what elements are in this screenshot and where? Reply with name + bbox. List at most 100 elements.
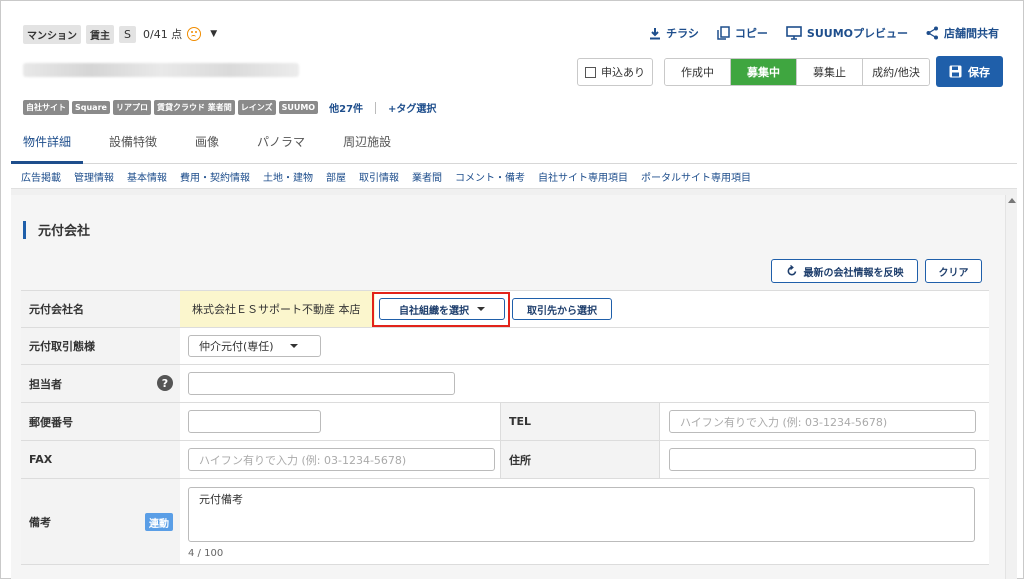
main-tabs: 物件詳細 設備特徴 画像 パノラマ 周辺施設 bbox=[11, 127, 1017, 164]
tag-item: SUUMO bbox=[278, 101, 319, 114]
person-in-charge-input[interactable] bbox=[188, 372, 455, 395]
fax-input[interactable]: ハイフン有りで入力 (例: 03-1234-5678) bbox=[188, 448, 495, 471]
tab-images[interactable]: 画像 bbox=[183, 127, 231, 164]
tag-item: レインズ bbox=[237, 100, 276, 115]
chevron-down-icon[interactable]: ▼ bbox=[210, 29, 217, 39]
tab-equipment[interactable]: 設備特徴 bbox=[97, 127, 169, 164]
fax-address-cell: ハイフン有りで入力 (例: 03-1234-5678) 住所 bbox=[180, 441, 989, 478]
clear-button[interactable]: クリア bbox=[925, 259, 982, 283]
notes-label: 備考 連動 bbox=[21, 479, 180, 564]
postal-tel-cell: TEL ハイフン有りで入力 (例: 03-1234-5678) bbox=[180, 403, 989, 440]
store-share-label: 店舗間共有 bbox=[944, 27, 999, 40]
property-type-pill: マンション bbox=[23, 24, 81, 44]
suumo-preview-link[interactable]: SUUMOプレビュー bbox=[786, 25, 908, 41]
refresh-icon bbox=[787, 265, 796, 276]
notes-row: 備考 連動 元付備考 4 / 100 bbox=[21, 479, 989, 565]
status-contracted-button[interactable]: 成約/他決 bbox=[863, 59, 929, 85]
tag-item: Square bbox=[72, 101, 110, 114]
address-label: 住所 bbox=[500, 441, 660, 478]
nav-costs[interactable]: 費用・契約情報 bbox=[180, 169, 250, 184]
nav-b2b[interactable]: 業者間 bbox=[412, 169, 442, 184]
floppy-icon bbox=[949, 65, 962, 78]
save-button[interactable]: 保存 bbox=[936, 56, 1003, 87]
person-in-charge-row: 担当者 ? bbox=[21, 365, 989, 403]
company-name-label: 元付会社名 bbox=[21, 291, 180, 327]
postal-tel-row: 郵便番号 TEL ハイフン有りで入力 (例: 03-1234-5678) bbox=[21, 403, 989, 441]
tel-input[interactable]: ハイフン有りで入力 (例: 03-1234-5678) bbox=[669, 410, 976, 433]
tag-item: 自社サイト bbox=[23, 100, 69, 115]
tel-label: TEL bbox=[500, 403, 660, 440]
person-in-charge-label: 担当者 ? bbox=[21, 365, 180, 402]
transaction-mode-row: 元付取引態様 仲介元付(専任) bbox=[21, 328, 989, 365]
fax-address-row: FAX ハイフン有りで入力 (例: 03-1234-5678) 住所 bbox=[21, 441, 989, 479]
section-header: 元付会社 bbox=[23, 220, 90, 239]
section-title: 元付会社 bbox=[38, 224, 91, 239]
help-icon[interactable]: ? bbox=[157, 375, 173, 391]
download-icon bbox=[650, 27, 661, 39]
divider bbox=[375, 101, 377, 114]
origin-company-form: 元付会社名 株式会社ＥＳサポート不動産 本店 自社組織を選択 取引先から選択 元… bbox=[21, 290, 989, 565]
flyer-label: チラシ bbox=[666, 27, 699, 40]
nav-land-building[interactable]: 土地・建物 bbox=[263, 169, 313, 184]
notes-cell: 元付備考 4 / 100 bbox=[180, 479, 989, 564]
nav-room[interactable]: 部屋 bbox=[326, 169, 346, 184]
vertical-scrollbar[interactable] bbox=[1005, 195, 1017, 579]
status-stopped-button[interactable]: 募集止 bbox=[797, 59, 863, 85]
nav-advertising[interactable]: 広告掲載 bbox=[21, 169, 61, 184]
status-recruiting-button[interactable]: 募集中 bbox=[731, 59, 797, 85]
caret-down-icon bbox=[289, 344, 298, 348]
tab-surroundings[interactable]: 周辺施設 bbox=[331, 127, 403, 164]
checkbox-icon bbox=[585, 66, 596, 78]
notes-character-counter: 4 / 100 bbox=[188, 548, 224, 559]
tag-list: 自社サイト Square リアプロ 賃貸クラウド 業者間 レインズ SUUMO … bbox=[23, 100, 436, 115]
tag-item: リアプロ bbox=[112, 100, 151, 115]
fax-label: FAX bbox=[21, 441, 180, 478]
nav-transaction[interactable]: 取引情報 bbox=[359, 169, 399, 184]
nav-comments[interactable]: コメント・備考 bbox=[455, 169, 525, 184]
flyer-link[interactable]: チラシ bbox=[649, 25, 699, 41]
completion-score: 0/41 点 bbox=[142, 28, 183, 41]
property-name-redacted bbox=[23, 63, 299, 77]
nav-own-site[interactable]: 自社サイト専用項目 bbox=[538, 169, 628, 184]
address-input[interactable] bbox=[669, 448, 976, 471]
postal-code-input[interactable] bbox=[188, 410, 321, 433]
notes-text: 備考 bbox=[29, 515, 51, 529]
copy-icon bbox=[717, 26, 730, 40]
nav-portal-site[interactable]: ポータルサイト専用項目 bbox=[641, 169, 751, 184]
tab-property-details[interactable]: 物件詳細 bbox=[11, 127, 84, 164]
nav-basic[interactable]: 基本情報 bbox=[127, 169, 167, 184]
header-actions: チラシ コピー SUUMOプレビュー 店舗間共有 bbox=[649, 25, 999, 41]
transaction-mode-select[interactable]: 仲介元付(専任) bbox=[188, 335, 321, 357]
app-frame: マンション 賃主 S 0/41 点 ▼ チラシ コピー SUUMOプレビュー 店… bbox=[0, 0, 1024, 579]
status-draft-button[interactable]: 作成中 bbox=[665, 59, 731, 85]
reflect-company-info-label: 最新の会社情報を反映 bbox=[803, 267, 904, 279]
reflect-company-info-button[interactable]: 最新の会社情報を反映 bbox=[771, 259, 918, 283]
application-label: 申込あり bbox=[601, 66, 645, 79]
divider bbox=[11, 188, 1017, 195]
tab-panorama[interactable]: パノラマ bbox=[245, 127, 317, 164]
company-name-value: 株式会社ＥＳサポート不動産 本店 bbox=[180, 291, 375, 327]
property-meta: マンション 賃主 S 0/41 点 ▼ bbox=[23, 24, 217, 44]
copy-label: コピー bbox=[734, 27, 768, 40]
more-tags-link[interactable]: 他27件 bbox=[329, 100, 363, 115]
sad-face-icon bbox=[187, 27, 202, 41]
transaction-mode-value: 仲介元付(専任) bbox=[199, 340, 274, 353]
company-name-cell: 株式会社ＥＳサポート不動産 本店 自社組織を選択 取引先から選択 bbox=[180, 291, 989, 327]
tag-item: 賃貸クラウド 業者間 bbox=[153, 100, 235, 115]
highlight-box bbox=[372, 292, 510, 327]
transaction-mode-cell: 仲介元付(専任) bbox=[180, 328, 989, 364]
scroll-up-icon[interactable] bbox=[1008, 198, 1016, 203]
notes-textarea[interactable]: 元付備考 bbox=[188, 487, 975, 542]
application-checkbox[interactable]: 申込あり bbox=[577, 58, 653, 86]
person-in-charge-text: 担当者 bbox=[29, 377, 62, 391]
company-name-row: 元付会社名 株式会社ＥＳサポート不動産 本店 自社組織を選択 取引先から選択 bbox=[21, 291, 989, 328]
select-from-partner-button[interactable]: 取引先から選択 bbox=[512, 298, 612, 320]
store-share-link[interactable]: 店舗間共有 bbox=[926, 25, 999, 41]
section-accent-bar bbox=[23, 220, 26, 239]
linked-badge: 連動 bbox=[145, 513, 173, 531]
monitor-icon bbox=[786, 26, 802, 40]
copy-link[interactable]: コピー bbox=[717, 25, 768, 41]
add-tag-link[interactable]: +タグ選択 bbox=[388, 100, 436, 115]
nav-management[interactable]: 管理情報 bbox=[74, 169, 114, 184]
suumo-preview-label: SUUMOプレビュー bbox=[806, 27, 908, 40]
